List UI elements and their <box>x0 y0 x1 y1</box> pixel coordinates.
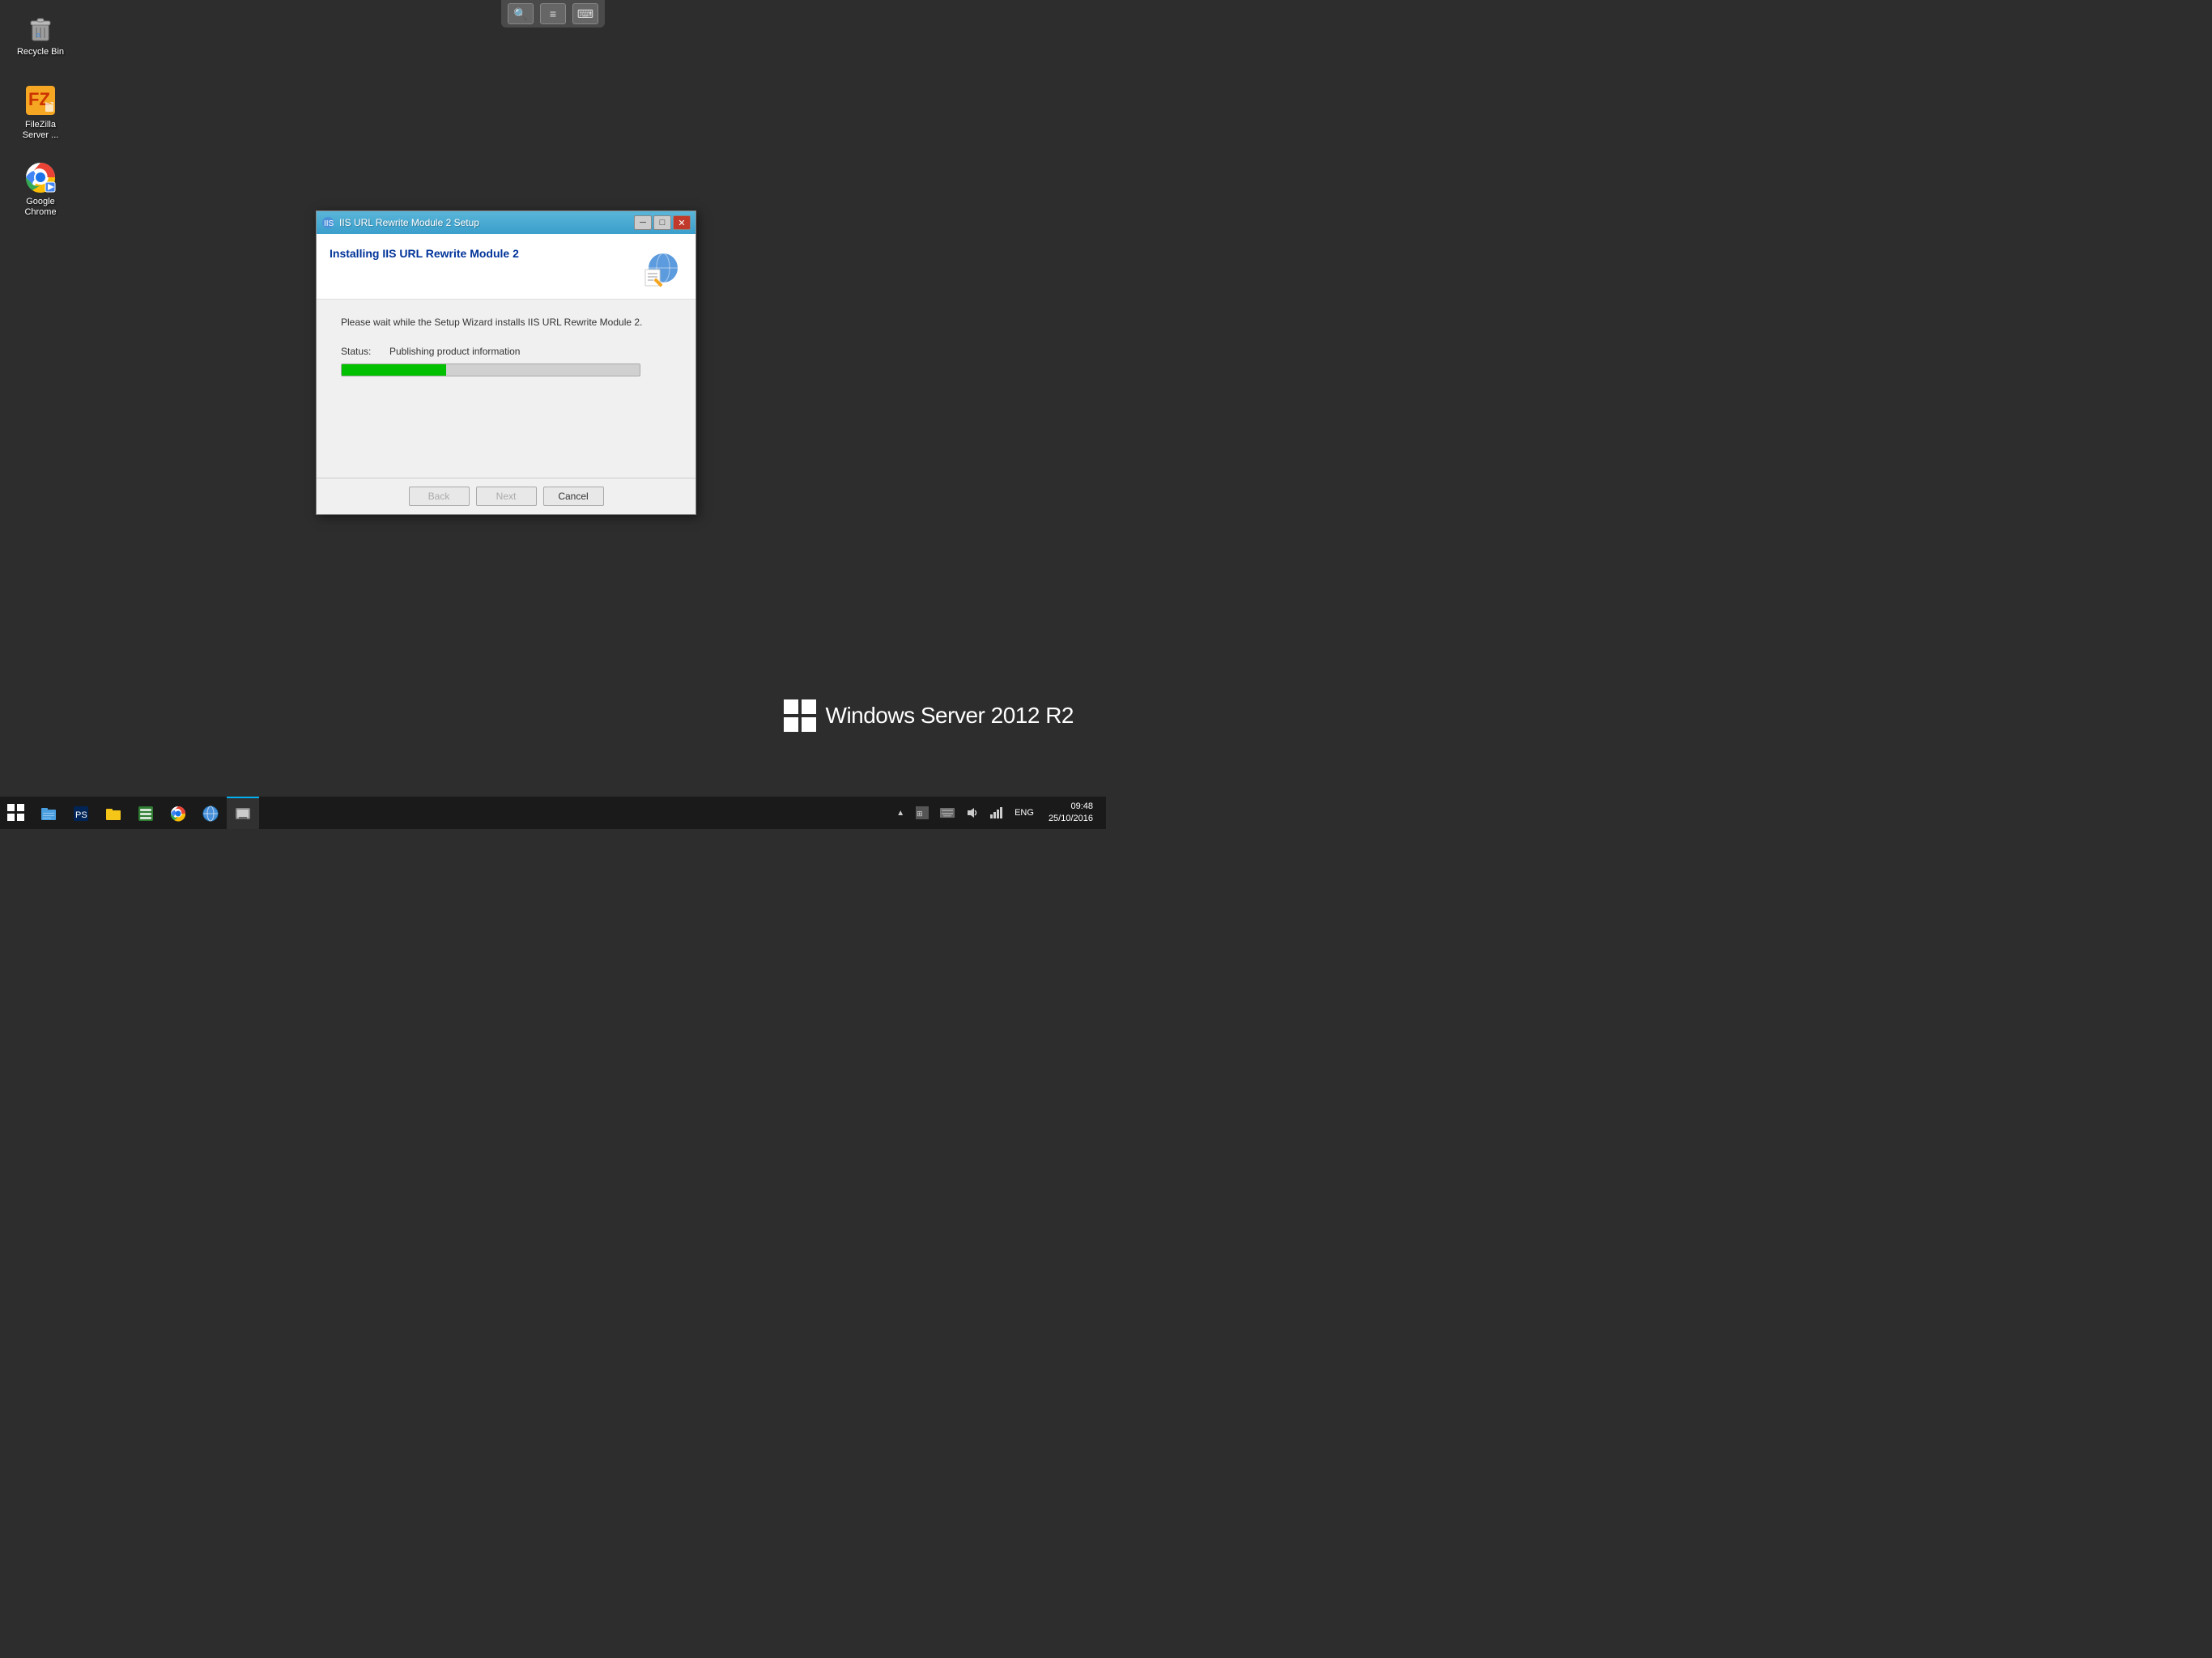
taskbar-item-chrome[interactable] <box>162 797 194 829</box>
tray-expand-button[interactable]: ▲ <box>893 807 908 819</box>
dialog-controls: ─ □ ✕ <box>634 215 691 230</box>
chrome-label: GoogleChrome <box>24 197 56 218</box>
filezilla-icon: FZ <box>24 84 57 117</box>
recycle-bin-icon: ♻ <box>24 11 57 44</box>
taskbar-item-network[interactable] <box>194 797 227 829</box>
language-indicator: ENG <box>1011 808 1037 818</box>
recycle-bin-label: Recycle Bin <box>17 47 64 57</box>
system-tray: ▲ ⊞ <box>887 797 1106 829</box>
clock-date: 25/10/2016 <box>1049 813 1093 825</box>
desktop: 🔍 ≡ ⌨ ♻ Recycle Bin <box>0 0 1106 797</box>
menu-toolbar-btn[interactable]: ≡ <box>540 3 566 24</box>
explorer-icon <box>40 805 57 823</box>
remote-toolbar: 🔍 ≡ ⌨ <box>501 0 605 28</box>
taskbar-item-explorer[interactable] <box>32 797 65 829</box>
chrome-icon <box>24 161 57 193</box>
taskbar-item-powershell[interactable]: PS <box>65 797 97 829</box>
taskbar-item-folder[interactable] <box>97 797 130 829</box>
folder-icon <box>104 805 122 823</box>
setup-dialog: IIS IIS URL Rewrite Module 2 Setup ─ □ ✕… <box>316 210 696 515</box>
keyboard-toolbar-btn[interactable]: ⌨ <box>572 3 598 24</box>
start-icon <box>7 804 25 822</box>
chrome-taskbar-icon <box>169 805 187 823</box>
svg-text:⊞: ⊞ <box>917 810 923 818</box>
tray-language-icon: ⊞ <box>912 805 932 821</box>
wizard-icon <box>640 247 683 289</box>
windows-logo-icon <box>784 699 816 732</box>
taskbar-clock[interactable]: 09:48 25/10/2016 <box>1042 801 1100 826</box>
desktop-icon-filezilla[interactable]: FZ FileZillaServer ... <box>8 81 73 144</box>
dialog-maximize-button[interactable]: □ <box>653 215 671 230</box>
dialog-title-icon: IIS <box>321 216 334 229</box>
back-button[interactable]: Back <box>409 487 470 506</box>
dialog-content: Please wait while the Setup Wizard insta… <box>317 300 696 478</box>
dialog-body: Installing IIS URL Rewrite Module 2 <box>317 234 696 478</box>
dialog-title-text: IIS URL Rewrite Module 2 Setup <box>339 217 479 228</box>
taskbar-items: PS <box>32 797 887 829</box>
dialog-minimize-button[interactable]: ─ <box>634 215 652 230</box>
progress-bar-fill <box>342 364 446 376</box>
taskbar-item-setup[interactable] <box>227 797 259 829</box>
dialog-footer: Back Next Cancel <box>317 478 696 514</box>
dialog-titlebar: IIS IIS URL Rewrite Module 2 Setup ─ □ ✕ <box>317 211 696 234</box>
server-manager-icon <box>137 805 155 823</box>
powershell-icon: PS <box>72 805 90 823</box>
status-label: Status: <box>341 346 381 357</box>
cancel-button[interactable]: Cancel <box>543 487 604 506</box>
tray-network-icon[interactable] <box>987 805 1006 821</box>
filezilla-label: FileZillaServer ... <box>23 120 59 141</box>
tray-keyboard-icon[interactable] <box>937 806 958 819</box>
status-row: Status: Publishing product information <box>341 346 671 357</box>
desktop-icon-recycle-bin[interactable]: ♻ Recycle Bin <box>8 8 73 61</box>
svg-text:IIS: IIS <box>324 219 334 228</box>
windows-branding: Windows Server 2012 R2 <box>784 699 1074 732</box>
status-value: Publishing product information <box>389 346 520 357</box>
progress-bar-container <box>341 363 640 376</box>
next-button[interactable]: Next <box>476 487 537 506</box>
clock-time: 09:48 <box>1049 801 1093 813</box>
network-icon <box>202 805 219 823</box>
dialog-info-text: Please wait while the Setup Wizard insta… <box>341 316 671 329</box>
dialog-titlebar-left: IIS IIS URL Rewrite Module 2 Setup <box>321 216 479 229</box>
search-toolbar-btn[interactable]: 🔍 <box>508 3 534 24</box>
volume-icon <box>966 806 979 819</box>
svg-text:PS: PS <box>75 810 87 820</box>
keyboard-icon <box>940 808 955 818</box>
windows-server-text: Windows Server 2012 R2 <box>826 703 1074 729</box>
dialog-header-title: Installing IIS URL Rewrite Module 2 <box>330 247 519 260</box>
setup-icon <box>234 805 252 823</box>
svg-text:♻: ♻ <box>36 33 40 39</box>
taskbar-item-server[interactable] <box>130 797 162 829</box>
start-button[interactable] <box>0 797 32 829</box>
dialog-close-button[interactable]: ✕ <box>673 215 691 230</box>
dialog-header-section: Installing IIS URL Rewrite Module 2 <box>317 234 696 300</box>
language-bar-icon: ⊞ <box>916 806 929 819</box>
desktop-icon-chrome[interactable]: GoogleChrome <box>8 158 73 221</box>
tray-volume-icon[interactable] <box>963 805 982 821</box>
network-tray-icon <box>990 806 1003 819</box>
taskbar: PS <box>0 797 1106 829</box>
